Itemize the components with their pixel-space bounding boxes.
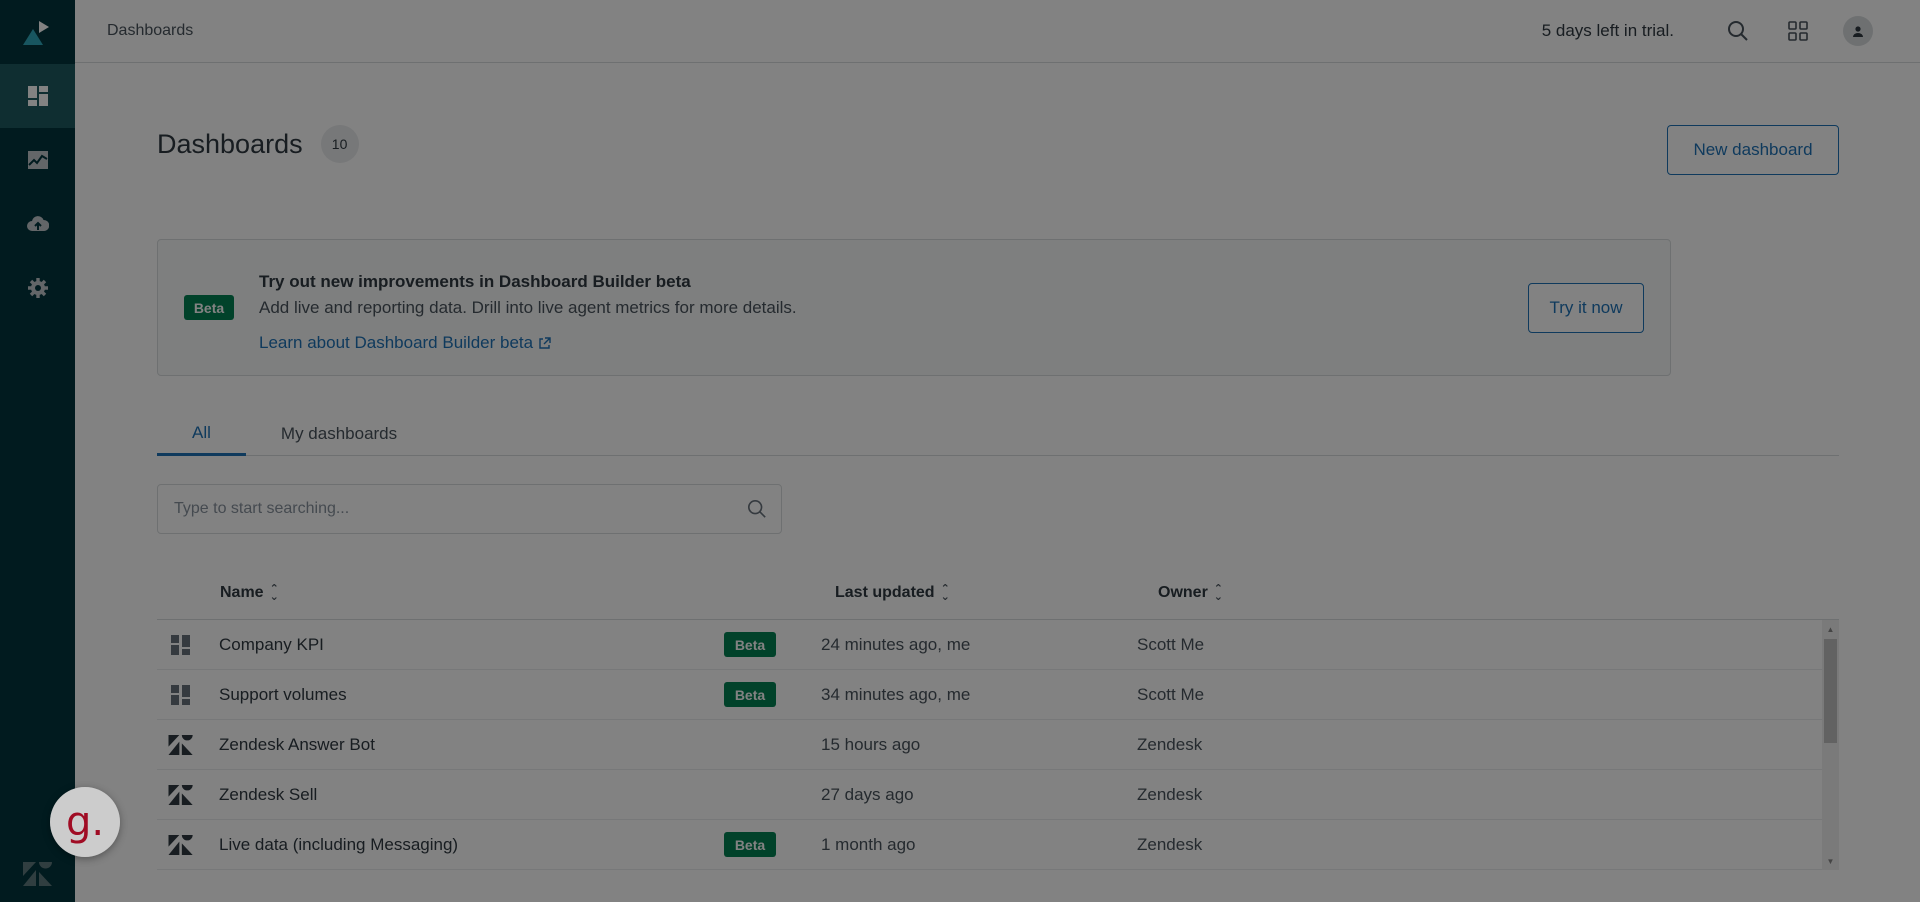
grammarly-widget[interactable]: g. (50, 787, 120, 857)
modal-backdrop[interactable] (0, 0, 1920, 902)
widget-shade (50, 787, 120, 857)
